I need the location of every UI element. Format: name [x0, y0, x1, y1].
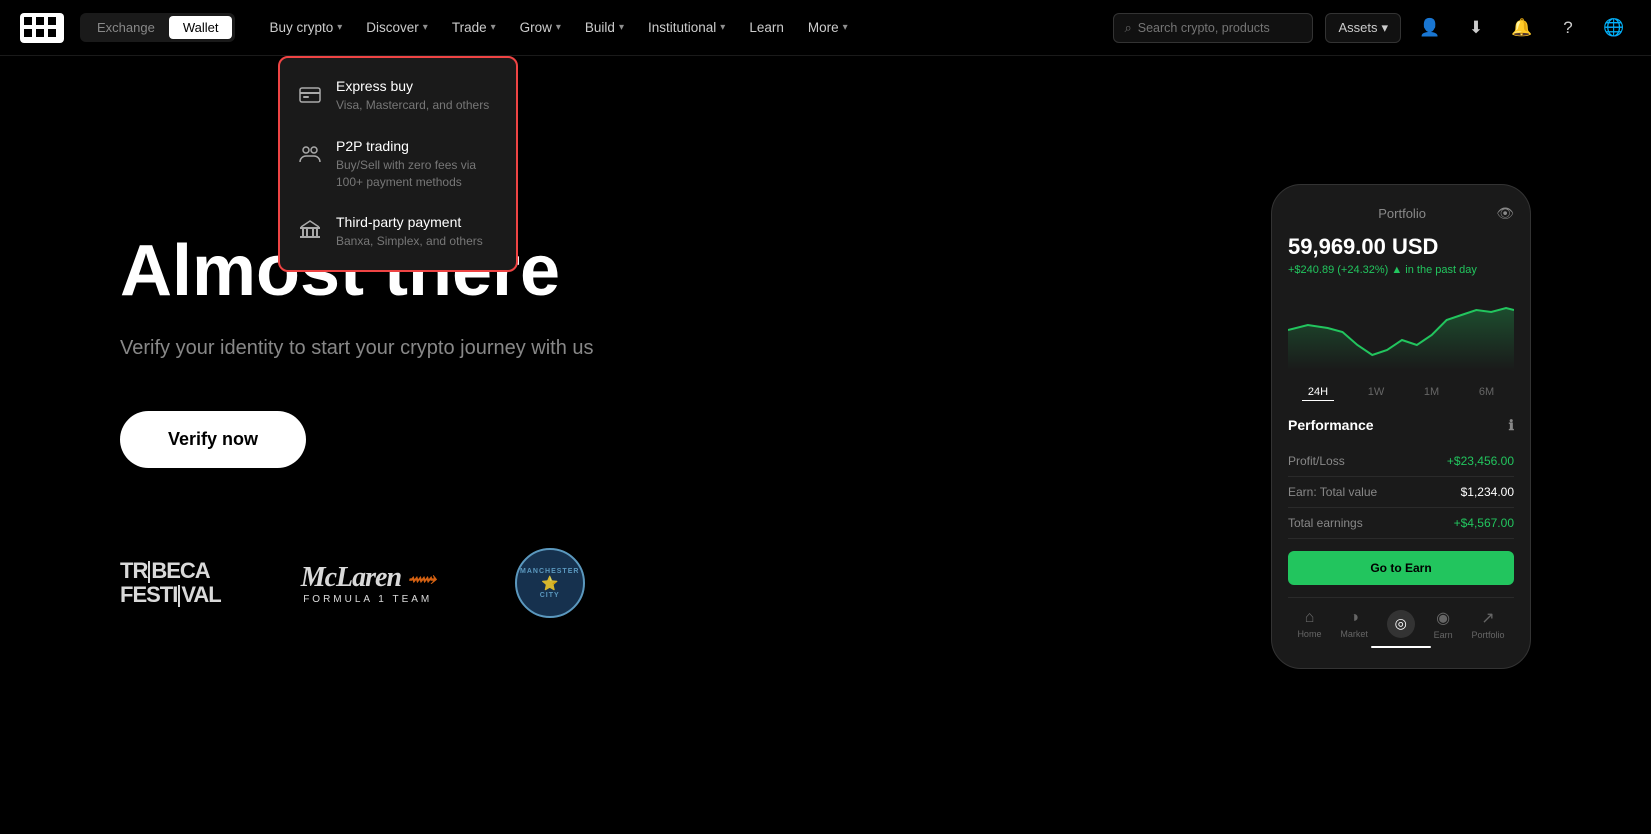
download-icon[interactable]: ⬇	[1459, 11, 1493, 45]
chevron-down-icon: ▾	[720, 22, 725, 33]
nav-item-build[interactable]: Build ▾	[575, 14, 634, 41]
tab-1w[interactable]: 1W	[1362, 384, 1391, 401]
phone-time-tabs: 24H 1W 1M 6M	[1288, 384, 1514, 401]
tab-1m[interactable]: 1M	[1418, 384, 1445, 401]
home-icon: ⌂	[1305, 609, 1315, 627]
wallet-toggle-btn[interactable]: Wallet	[169, 16, 233, 39]
phone-nav-home[interactable]: ⌂ Home	[1297, 609, 1321, 639]
hero-subtitle: Verify your identity to start your crypt…	[120, 333, 800, 363]
chevron-down-icon: ▾	[843, 22, 848, 33]
express-buy-title: Express buy	[336, 78, 489, 94]
earn-icon: ◉	[1436, 608, 1450, 628]
hero-section: Almost there Verify your identity to sta…	[0, 56, 1651, 776]
verify-now-button[interactable]: Verify now	[120, 411, 306, 468]
nav-item-trade[interactable]: Trade ▾	[442, 14, 506, 41]
phone-mockup: Portfolio 👁 59,969.00 USD +$240.89 (+24.…	[1271, 184, 1531, 669]
third-party-title: Third-party payment	[336, 214, 483, 230]
p2p-desc: Buy/Sell with zero fees via 100+ payment…	[336, 157, 500, 191]
buy-crypto-dropdown: Express buy Visa, Mastercard, and others…	[278, 56, 518, 272]
center-icon: ◎	[1387, 610, 1415, 638]
navbar: Exchange Wallet Buy crypto ▾ Discover ▾ …	[0, 0, 1651, 56]
nav-item-learn[interactable]: Learn	[739, 14, 794, 41]
exchange-toggle-btn[interactable]: Exchange	[83, 16, 169, 39]
user-icon[interactable]: 👤	[1413, 11, 1447, 45]
search-icon: ⌕	[1124, 20, 1131, 36]
info-icon[interactable]: ℹ	[1509, 417, 1514, 434]
express-buy-item[interactable]: Express buy Visa, Mastercard, and others	[280, 66, 516, 126]
profit-loss-row: Profit/Loss +$23,456.00	[1288, 446, 1514, 477]
third-party-item[interactable]: Third-party payment Banxa, Simplex, and …	[280, 202, 516, 262]
hero-content: Almost there Verify your identity to sta…	[120, 234, 800, 619]
card-icon	[296, 80, 324, 108]
third-party-desc: Banxa, Simplex, and others	[336, 233, 483, 250]
total-earnings-row: Total earnings +$4,567.00	[1288, 508, 1514, 539]
bank-icon	[296, 216, 324, 244]
partners-section: TRBECA FESTIVAL McLaren ⟿ FORMULA 1 TEAM	[120, 548, 800, 618]
search-box[interactable]: ⌕	[1113, 13, 1313, 43]
eye-icon[interactable]: 👁	[1496, 205, 1514, 222]
tab-24h[interactable]: 24H	[1302, 384, 1334, 401]
exchange-wallet-toggle: Exchange Wallet	[80, 13, 235, 42]
portfolio-amount: 59,969.00 USD	[1288, 234, 1514, 260]
manchester-city-logo: MANCHESTER ⭐ CITY	[515, 548, 585, 618]
tab-6m[interactable]: 6M	[1473, 384, 1500, 401]
nav-menu: Buy crypto ▾ Discover ▾ Trade ▾ Grow ▾ B…	[259, 14, 1113, 41]
language-icon[interactable]: 🌐	[1597, 11, 1631, 45]
phone-nav-indicator	[1371, 646, 1431, 648]
assets-button[interactable]: Assets ▾	[1325, 13, 1401, 43]
p2p-text: P2P trading Buy/Sell with zero fees via …	[336, 138, 500, 191]
nav-item-buy-crypto[interactable]: Buy crypto ▾	[259, 14, 352, 41]
phone-bottom-nav: ⌂ Home ◑ Market ◎ ◉ Earn ↗ Portfolio	[1288, 597, 1514, 640]
phone-nav-market[interactable]: ◑ Market	[1340, 609, 1368, 639]
portfolio-icon: ↗	[1481, 608, 1494, 628]
p2p-title: P2P trading	[336, 138, 500, 154]
nav-item-grow[interactable]: Grow ▾	[510, 14, 571, 41]
chevron-down-icon: ▾	[423, 22, 428, 33]
chevron-down-icon: ▾	[337, 22, 342, 33]
portfolio-chart	[1288, 290, 1514, 370]
okx-logo[interactable]	[20, 13, 64, 43]
phone-nav-center[interactable]: ◎	[1387, 610, 1415, 638]
tribeca-logo: TRBECA FESTIVAL	[120, 559, 221, 607]
help-icon[interactable]: ?	[1551, 11, 1585, 45]
third-party-text: Third-party payment Banxa, Simplex, and …	[336, 214, 483, 250]
nav-right: ⌕ Assets ▾ 👤 ⬇ 🔔 ? 🌐	[1113, 11, 1631, 45]
nav-item-institutional[interactable]: Institutional ▾	[638, 14, 735, 41]
earn-total-row: Earn: Total value $1,234.00	[1288, 477, 1514, 508]
chevron-down-icon: ▾	[556, 22, 561, 33]
search-input[interactable]	[1138, 21, 1303, 35]
phone-header: Portfolio 👁	[1288, 205, 1514, 222]
express-buy-desc: Visa, Mastercard, and others	[336, 97, 489, 114]
notification-icon[interactable]: 🔔	[1505, 11, 1539, 45]
phone-nav-earn[interactable]: ◉ Earn	[1434, 608, 1453, 640]
chevron-down-icon: ▾	[1381, 20, 1388, 36]
portfolio-change: +$240.89 (+24.32%) ▲ in the past day	[1288, 264, 1514, 276]
phone-nav-portfolio[interactable]: ↗ Portfolio	[1471, 608, 1504, 640]
performance-section-title: Performance ℹ	[1288, 417, 1514, 434]
nav-item-more[interactable]: More ▾	[798, 14, 858, 41]
go-to-earn-button[interactable]: Go to Earn	[1288, 551, 1514, 585]
nav-item-discover[interactable]: Discover ▾	[356, 14, 438, 41]
express-buy-text: Express buy Visa, Mastercard, and others	[336, 78, 489, 114]
mclaren-logo: McLaren ⟿ FORMULA 1 TEAM	[301, 562, 435, 605]
p2p-trading-item[interactable]: P2P trading Buy/Sell with zero fees via …	[280, 126, 516, 203]
portfolio-label: Portfolio	[1308, 206, 1496, 221]
chevron-down-icon: ▾	[619, 22, 624, 33]
chevron-down-icon: ▾	[491, 22, 496, 33]
people-icon	[296, 140, 324, 168]
market-icon: ◑	[1349, 609, 1359, 627]
